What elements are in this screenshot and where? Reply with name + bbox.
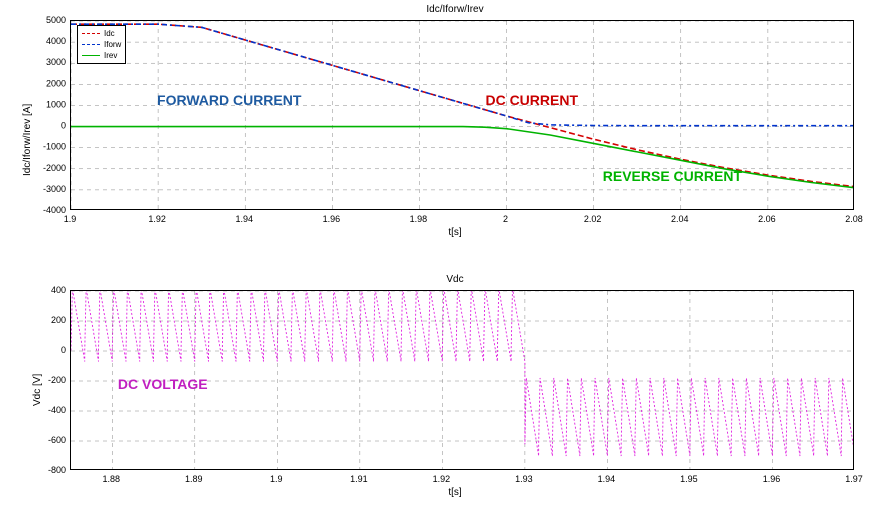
svg-text:1.93: 1.93 (515, 474, 533, 484)
svg-text:2.06: 2.06 (758, 214, 776, 224)
svg-text:0: 0 (61, 121, 66, 131)
svg-text:1.96: 1.96 (323, 214, 341, 224)
svg-text:4000: 4000 (46, 36, 66, 46)
svg-text:2.04: 2.04 (671, 214, 689, 224)
svg-text:5000: 5000 (46, 15, 66, 25)
bottom-chart-ylabel: Vdc [V] (32, 374, 43, 406)
svg-text:-800: -800 (48, 465, 66, 475)
svg-text:1.94: 1.94 (598, 474, 616, 484)
svg-text:1.97: 1.97 (845, 474, 863, 484)
svg-text:1.9: 1.9 (270, 474, 283, 484)
svg-text:1.95: 1.95 (680, 474, 698, 484)
bottom-chart-xlabel: t[s] (50, 487, 860, 498)
svg-text:-4000: -4000 (43, 205, 66, 215)
svg-text:2: 2 (503, 214, 508, 224)
svg-text:1000: 1000 (46, 99, 66, 109)
svg-text:1.88: 1.88 (102, 474, 120, 484)
svg-text:2.08: 2.08 (845, 214, 863, 224)
bottom-chart-ticks: 1.88 1.89 1.9 1.91 1.92 1.93 1.94 1.95 1.96 1.97 -… (50, 290, 860, 496)
svg-text:1.92: 1.92 (433, 474, 451, 484)
svg-text:2000: 2000 (46, 78, 66, 88)
svg-text:-400: -400 (48, 405, 66, 415)
svg-text:400: 400 (51, 285, 66, 295)
svg-text:1.9: 1.9 (64, 214, 77, 224)
svg-text:2.02: 2.02 (584, 214, 602, 224)
svg-text:1.96: 1.96 (763, 474, 781, 484)
top-chart-xlabel: t[s] (50, 227, 860, 238)
top-chart-title: Idc/Iforw/Irev (50, 4, 860, 15)
svg-text:0: 0 (61, 345, 66, 355)
svg-text:-1000: -1000 (43, 142, 66, 152)
svg-text:-200: -200 (48, 375, 66, 385)
top-chart-ticks: 1.91.921.941.961.9822.022.042.062.08-400… (50, 20, 860, 236)
svg-text:3000: 3000 (46, 57, 66, 67)
svg-text:1.94: 1.94 (235, 214, 253, 224)
svg-text:-600: -600 (48, 435, 66, 445)
top-chart-ylabel: Idc/Iforw/Irev [A] (22, 104, 33, 176)
svg-text:1.89: 1.89 (185, 474, 203, 484)
svg-text:1.91: 1.91 (350, 474, 368, 484)
svg-text:1.92: 1.92 (148, 214, 166, 224)
svg-text:200: 200 (51, 315, 66, 325)
svg-text:-2000: -2000 (43, 163, 66, 173)
svg-text:1.98: 1.98 (410, 214, 428, 224)
bottom-chart-title: Vdc (50, 274, 860, 285)
svg-text:-3000: -3000 (43, 184, 66, 194)
